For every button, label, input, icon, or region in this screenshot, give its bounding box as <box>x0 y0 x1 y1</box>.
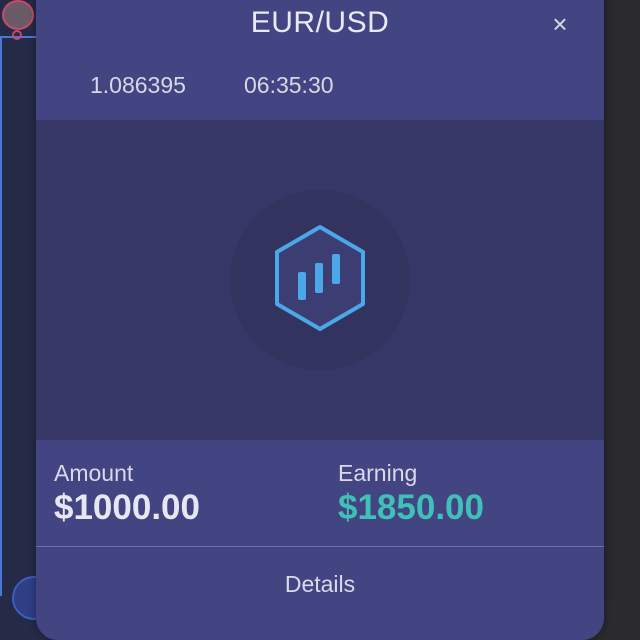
chart-bar-1 <box>298 272 306 300</box>
close-icon[interactable]: × <box>546 10 574 38</box>
hexagon-chart-icon <box>275 225 365 331</box>
trade-rate: 1.086395 <box>90 72 186 98</box>
background-chart-marker <box>12 30 22 40</box>
chart-bar-3 <box>332 254 340 284</box>
chart-bar-2 <box>315 263 323 293</box>
currency-pair-title: EUR/USD <box>250 6 390 39</box>
background-avatar <box>2 0 34 30</box>
amount-value: $1000.00 <box>54 488 200 527</box>
trade-result-modal: EUR/USD × 1.086395 06:35:30 Amount $1000… <box>36 0 604 640</box>
amount-label: Amount <box>54 460 134 486</box>
background-edge <box>600 600 640 640</box>
earning-value: $1850.00 <box>338 488 484 527</box>
modal-footer: Amount $1000.00 Earning $1850.00 Details <box>36 440 604 640</box>
details-button[interactable]: Details <box>36 547 604 617</box>
modal-header: EUR/USD × 1.086395 06:35:30 <box>36 0 604 120</box>
modal-body <box>36 120 604 440</box>
earning-label: Earning <box>338 460 418 486</box>
trade-time: 06:35:30 <box>244 72 334 98</box>
background-chart-line <box>0 36 36 596</box>
